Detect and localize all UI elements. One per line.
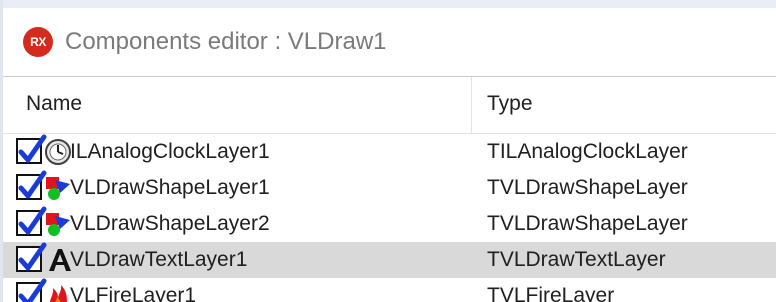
list-item[interactable]: VLFireLayer1 TVLFireLayer [3, 278, 776, 302]
list-header: Name Type [3, 77, 776, 134]
shapes-icon [46, 177, 70, 200]
layer-visible-checkbox[interactable] [16, 278, 47, 302]
clock-icon [45, 139, 71, 165]
layer-name: VLDrawShapeLayer1 [70, 176, 270, 199]
layer-type: TVLDrawShapeLayer [487, 176, 688, 199]
list-item[interactable]: VLDrawShapeLayer1 TVLDrawShapeLayer [3, 170, 776, 206]
layer-name: VLDrawTextLayer1 [70, 248, 248, 271]
layer-type: TILAnalogClockLayer [487, 140, 688, 163]
column-header-name[interactable]: Name [26, 92, 82, 116]
layer-name: VLDrawShapeLayer2 [70, 212, 270, 235]
components-editor-window: RX Components editor : VLDraw1 Name Type… [0, 0, 776, 302]
list-item[interactable]: VLDrawShapeLayer2 TVLDrawShapeLayer [3, 206, 776, 242]
window-top-edge [0, 0, 776, 8]
layer-type: TVLDrawShapeLayer [487, 212, 688, 235]
layer-visible-checkbox[interactable] [16, 134, 47, 164]
layer-type: TVLDrawTextLayer [487, 248, 666, 271]
layer-visible-checkbox[interactable] [16, 206, 47, 236]
list-item[interactable]: ILAnalogClockLayer1 TILAnalogClockLayer [3, 134, 776, 170]
components-list[interactable]: Name Type ILAnalogClockLayer1 TILAnalogC… [3, 76, 776, 302]
text-icon [49, 249, 71, 271]
shapes-icon [46, 213, 70, 236]
layer-visible-checkbox[interactable] [16, 242, 47, 272]
layer-name: VLFireLayer1 [70, 284, 197, 302]
rx-logo-icon: RX [23, 27, 53, 57]
window-title: Components editor : VLDraw1 [65, 28, 387, 55]
layer-name: ILAnalogClockLayer1 [70, 140, 270, 163]
title-bar[interactable]: RX Components editor : VLDraw1 [3, 8, 776, 76]
column-header-type[interactable]: Type [487, 92, 533, 116]
layer-visible-checkbox[interactable] [16, 170, 47, 200]
column-separator[interactable] [471, 77, 472, 133]
layer-type: TVLFireLayer [487, 284, 615, 302]
list-item-selected[interactable]: VLDrawTextLayer1 TVLDrawTextLayer [3, 242, 776, 278]
fire-icon [49, 285, 67, 302]
